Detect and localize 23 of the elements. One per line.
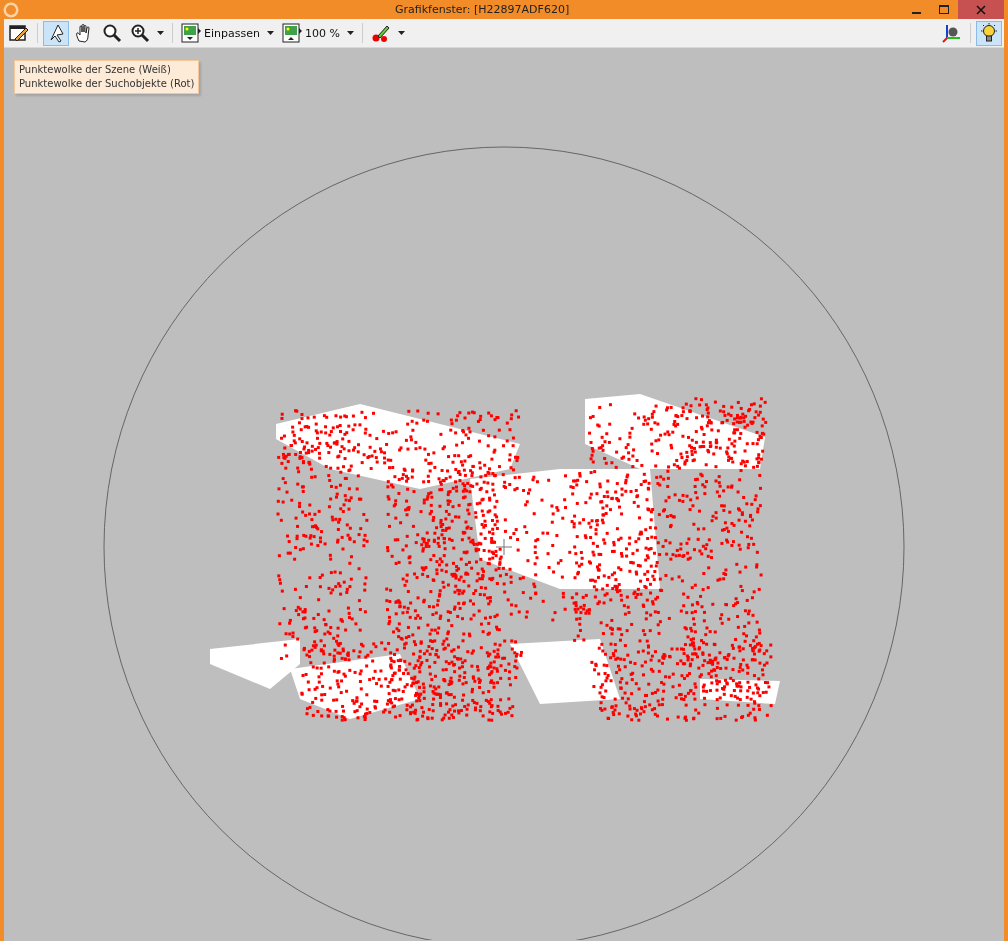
legend-text: Punktewolke der Szene (Weiß) [19,63,172,77]
pointer-tool-button[interactable] [43,20,69,46]
caret-icon [157,31,164,35]
light-bulb-icon [979,23,999,43]
picture-frame-icon [281,23,302,43]
window-title: Grafikfenster: [H22897ADF620] [395,3,570,16]
caret-icon [266,31,274,35]
zoom-in-icon [130,23,150,43]
light-tool-button[interactable] [976,20,1002,46]
axes-sphere-icon [942,23,962,43]
actual-size-tool-button[interactable]: 100 % [278,20,357,46]
close-icon [976,4,986,15]
crosshair-icon [495,538,513,556]
legend-text: Punktewolke der Suchobjekte (Rot) [19,77,195,91]
minimize-icon [911,12,921,14]
caret-icon [397,31,405,35]
paint-brush-icon [370,23,391,43]
magnifier-icon [102,23,122,43]
fit-tool-button[interactable]: Einpassen [178,20,277,46]
pencil-board-icon [9,23,29,43]
caret-icon [346,31,354,35]
maximize-icon [939,4,949,15]
picture-frame-icon [181,23,201,43]
